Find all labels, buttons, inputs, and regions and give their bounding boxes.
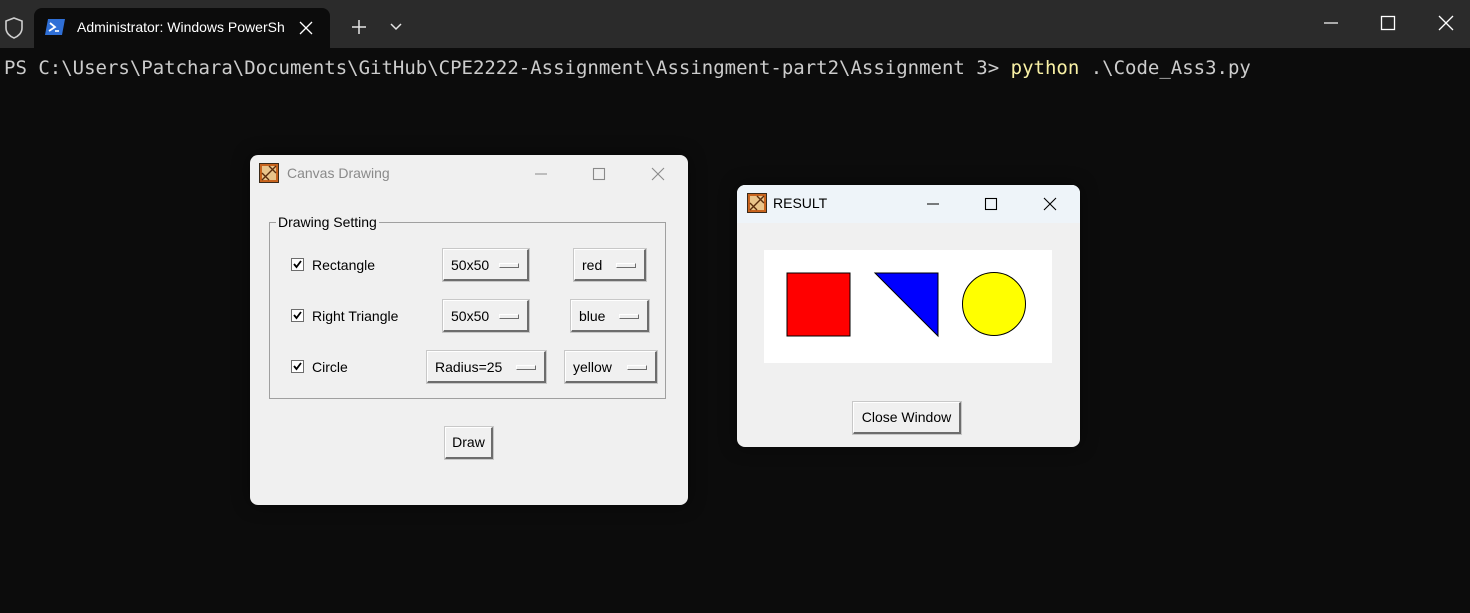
red-rectangle: [786, 272, 851, 337]
rectangle-color-menu[interactable]: red: [573, 248, 647, 282]
terminal-tab[interactable]: Administrator: Windows PowerShell: [34, 8, 330, 48]
option-indicator-icon: [499, 263, 519, 268]
close-window-button[interactable]: Close Window: [852, 401, 962, 435]
shapes-drawing: [786, 272, 1026, 338]
shield-icon: [5, 17, 23, 39]
yellow-circle: [962, 272, 1026, 336]
powershell-icon: [45, 19, 65, 35]
right-triangle-checkbox[interactable]: [291, 309, 304, 322]
window-titlebar[interactable]: Canvas Drawing: [250, 155, 688, 193]
rectangle-size-menu[interactable]: 50x50: [442, 248, 530, 282]
selected-value: Radius=25: [435, 359, 503, 375]
group-label: Drawing Setting: [276, 214, 379, 230]
circle-checkbox[interactable]: [291, 360, 304, 373]
right-triangle-label: Right Triangle: [312, 308, 399, 324]
minimize-icon[interactable]: [534, 167, 548, 181]
canvas-drawing-window: Canvas Drawing Drawing Setting Rectangle…: [250, 155, 688, 505]
terminal-tab-bar: Administrator: Windows PowerShell: [0, 0, 1470, 48]
window-titlebar[interactable]: RESULT: [737, 185, 1080, 223]
prompt-path: PS C:\Users\Patchara\Documents\GitHub\CP…: [4, 57, 1011, 79]
plus-icon[interactable]: [350, 18, 368, 36]
close-icon[interactable]: [1437, 14, 1455, 32]
circle-radius-menu[interactable]: Radius=25: [426, 350, 547, 384]
tab-title: Administrator: Windows PowerShell: [77, 19, 285, 35]
selected-value: blue: [579, 308, 606, 324]
close-icon[interactable]: [1043, 197, 1057, 211]
rectangle-checkbox[interactable]: [291, 258, 304, 271]
maximize-icon[interactable]: [1379, 14, 1397, 32]
selected-value: red: [582, 257, 603, 273]
checkmark-icon: [293, 311, 302, 320]
checkmark-icon: [293, 260, 302, 269]
option-indicator-icon: [616, 263, 636, 268]
tk-feather-icon: [747, 193, 767, 213]
checkmark-icon: [293, 362, 302, 371]
result-canvas: [764, 250, 1052, 363]
option-indicator-icon: [499, 314, 519, 319]
minimize-icon[interactable]: [926, 197, 940, 211]
selected-value: 50x50: [451, 308, 490, 324]
selected-value: 50x50: [451, 257, 490, 273]
circle-label: Circle: [312, 359, 348, 375]
command-args: .\Code_Ass3.py: [1079, 57, 1251, 79]
window-title: RESULT: [773, 195, 828, 211]
tk-feather-icon: [259, 163, 279, 183]
window-title: Canvas Drawing: [287, 165, 390, 181]
chevron-down-icon[interactable]: [389, 21, 403, 33]
terminal-prompt-line: PS C:\Users\Patchara\Documents\GitHub\CP…: [4, 57, 1251, 81]
rectangle-label: Rectangle: [312, 257, 376, 273]
right-triangle-color-menu[interactable]: blue: [570, 299, 650, 333]
draw-button[interactable]: Draw: [444, 426, 494, 460]
maximize-icon[interactable]: [592, 167, 606, 181]
result-window: RESULT Close Window: [737, 185, 1080, 447]
minimize-icon[interactable]: [1322, 14, 1340, 32]
close-icon[interactable]: [298, 20, 314, 36]
maximize-icon[interactable]: [984, 197, 998, 211]
option-indicator-icon: [627, 365, 647, 370]
command-name: python: [1010, 57, 1080, 79]
selected-value: yellow: [573, 359, 612, 375]
close-icon[interactable]: [651, 167, 665, 181]
blue-right-triangle: [873, 272, 939, 338]
circle-color-menu[interactable]: yellow: [564, 350, 658, 384]
option-indicator-icon: [619, 314, 639, 319]
right-triangle-size-menu[interactable]: 50x50: [442, 299, 530, 333]
option-indicator-icon: [516, 365, 536, 370]
